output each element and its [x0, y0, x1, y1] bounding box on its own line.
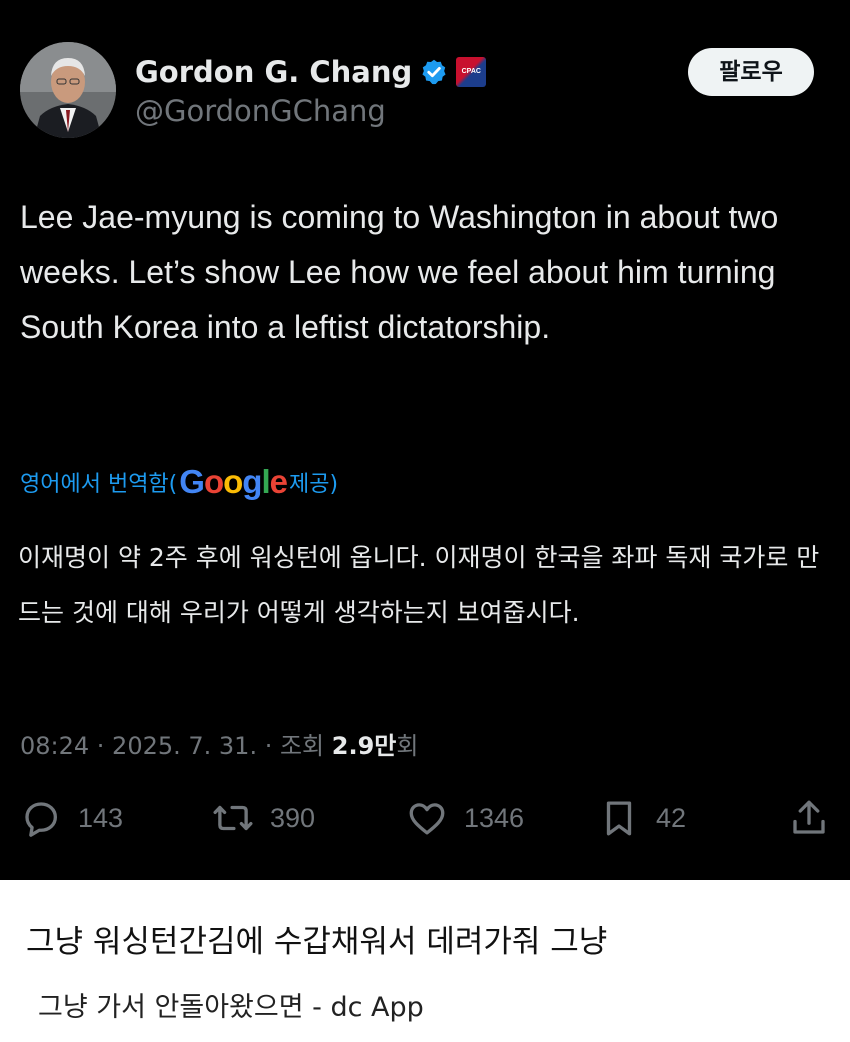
action-bar: 143 390 1346 42 — [20, 795, 830, 841]
bookmark-icon — [606, 801, 632, 836]
comment-text: 그냥 워싱턴간김에 수갑채워서 데려가줘 그냥 — [26, 924, 608, 960]
like-count: 1346 — [464, 802, 525, 833]
translation-attribution[interactable]: 영어에서 번역함( Google 제공) — [20, 463, 338, 501]
author-avatar[interactable] — [20, 42, 116, 138]
reply-button[interactable]: 143 — [20, 795, 123, 841]
share-icon — [793, 800, 825, 834]
view-count-suffix: 회 — [396, 732, 419, 760]
tweet-meta: 08:24 · 2025. 7. 31. · 조회 2.9만회 — [20, 726, 418, 761]
avatar-image — [20, 42, 116, 138]
translation-suffix: 제공) — [288, 472, 339, 497]
bookmark-button[interactable]: 42 — [598, 795, 686, 841]
tweet-text: Lee Jae-myung is coming to Washington in… — [20, 199, 779, 345]
follow-button[interactable]: 팔로우 — [688, 48, 814, 96]
translation-prefix: 영어에서 번역함( — [20, 472, 178, 497]
view-count: 2.9만 — [331, 732, 397, 760]
comment-area: 그냥 워싱턴간김에 수갑채워서 데려가줘 그냥 그냥 가서 안돌아왔으면 - d… — [0, 880, 850, 1042]
author-handle[interactable]: @GordonGChang — [135, 94, 386, 128]
translated-text: 이재명이 약 2주 후에 워싱턴에 옵니다. 이재명이 한국을 좌파 독재 국가… — [18, 543, 820, 627]
affiliation-badge-icon[interactable]: CPAC — [456, 57, 487, 87]
reply-count: 143 — [78, 802, 124, 833]
share-button[interactable] — [788, 795, 830, 841]
author-name-row: Gordon G. Chang CPAC — [135, 52, 487, 92]
retweet-button[interactable]: 390 — [212, 795, 315, 841]
retweet-count: 390 — [270, 802, 316, 833]
author-name[interactable]: Gordon G. Chang — [135, 55, 412, 89]
verified-badge-icon — [420, 58, 448, 86]
timestamp[interactable]: 08:24 · 2025. 7. 31. · 조회 — [20, 732, 332, 760]
tweet-card: Gordon G. Chang CPAC @GordonGChang 팔로우 L… — [0, 0, 850, 880]
retweet-icon — [213, 805, 253, 831]
comment-subtext: 그냥 가서 안돌아왔으면 - dc App — [38, 992, 424, 1023]
heart-icon — [409, 803, 445, 835]
reply-icon — [25, 802, 58, 837]
like-button[interactable]: 1346 — [406, 795, 524, 841]
google-logo-icon: Google — [179, 463, 288, 500]
bookmark-count: 42 — [656, 802, 687, 833]
